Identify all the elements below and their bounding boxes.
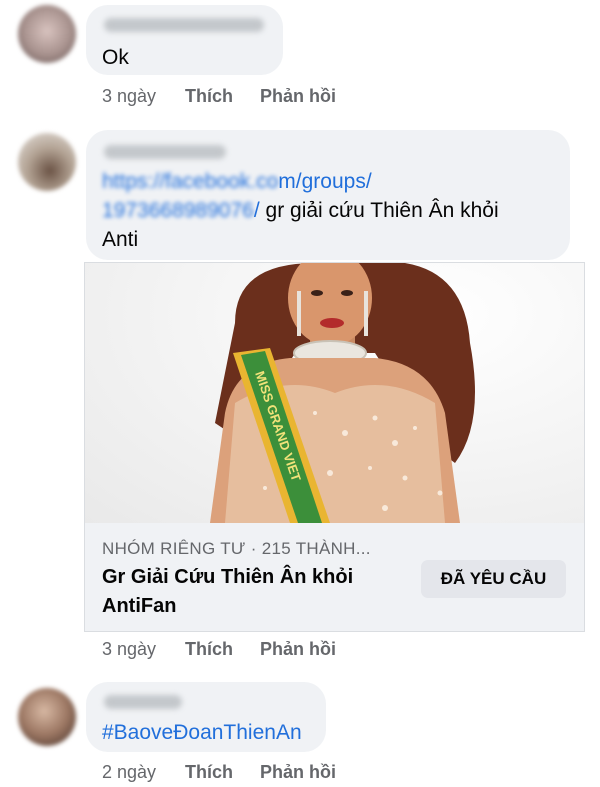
commenter-name[interactable] xyxy=(104,145,226,159)
commenter-name[interactable] xyxy=(104,18,264,32)
like-button[interactable]: Thích xyxy=(185,86,233,107)
comment-time[interactable]: 3 ngày xyxy=(102,86,156,107)
like-button[interactable]: Thích xyxy=(185,762,233,783)
commenter-avatar[interactable] xyxy=(18,688,76,746)
comment-link-line-2: 1973668989076/ gr giải cứu Thiên Ân khỏi xyxy=(102,199,499,222)
comment-text: Anti xyxy=(102,228,139,251)
group-title-line-2[interactable]: AntiFan xyxy=(102,595,176,618)
commenter-name[interactable] xyxy=(104,695,182,709)
commenter-avatar[interactable] xyxy=(18,5,76,63)
reply-button[interactable]: Phản hồi xyxy=(260,86,336,107)
group-link-card[interactable]: MISS GRAND VIET NHÓM RIÊNG TƯ · 215 THÀN… xyxy=(84,262,585,632)
comment-time[interactable]: 3 ngày xyxy=(102,639,156,660)
comment-link-line-1[interactable]: https://facebook.com/groups/ xyxy=(102,168,372,196)
comment-text: Ok xyxy=(102,46,129,69)
comment-time[interactable]: 2 ngày xyxy=(102,762,156,783)
comment-link[interactable]: 1973668989076 xyxy=(102,199,254,222)
group-meta: NHÓM RIÊNG TƯ · 215 THÀNH... xyxy=(102,539,371,558)
reply-button[interactable]: Phản hồi xyxy=(260,762,336,783)
requested-button[interactable]: ĐÃ YÊU CẦU xyxy=(421,560,566,598)
commenter-avatar[interactable] xyxy=(18,133,76,191)
reply-button[interactable]: Phản hồi xyxy=(260,639,336,660)
pageant-photo: MISS GRAND VIET xyxy=(210,263,475,523)
hashtag-link[interactable]: #BaoveĐoanThienAn xyxy=(102,719,302,747)
group-title-line-1[interactable]: Gr Giải Cứu Thiên Ân khỏi xyxy=(102,566,353,589)
group-cover-image: MISS GRAND VIET xyxy=(85,263,584,523)
like-button[interactable]: Thích xyxy=(185,639,233,660)
